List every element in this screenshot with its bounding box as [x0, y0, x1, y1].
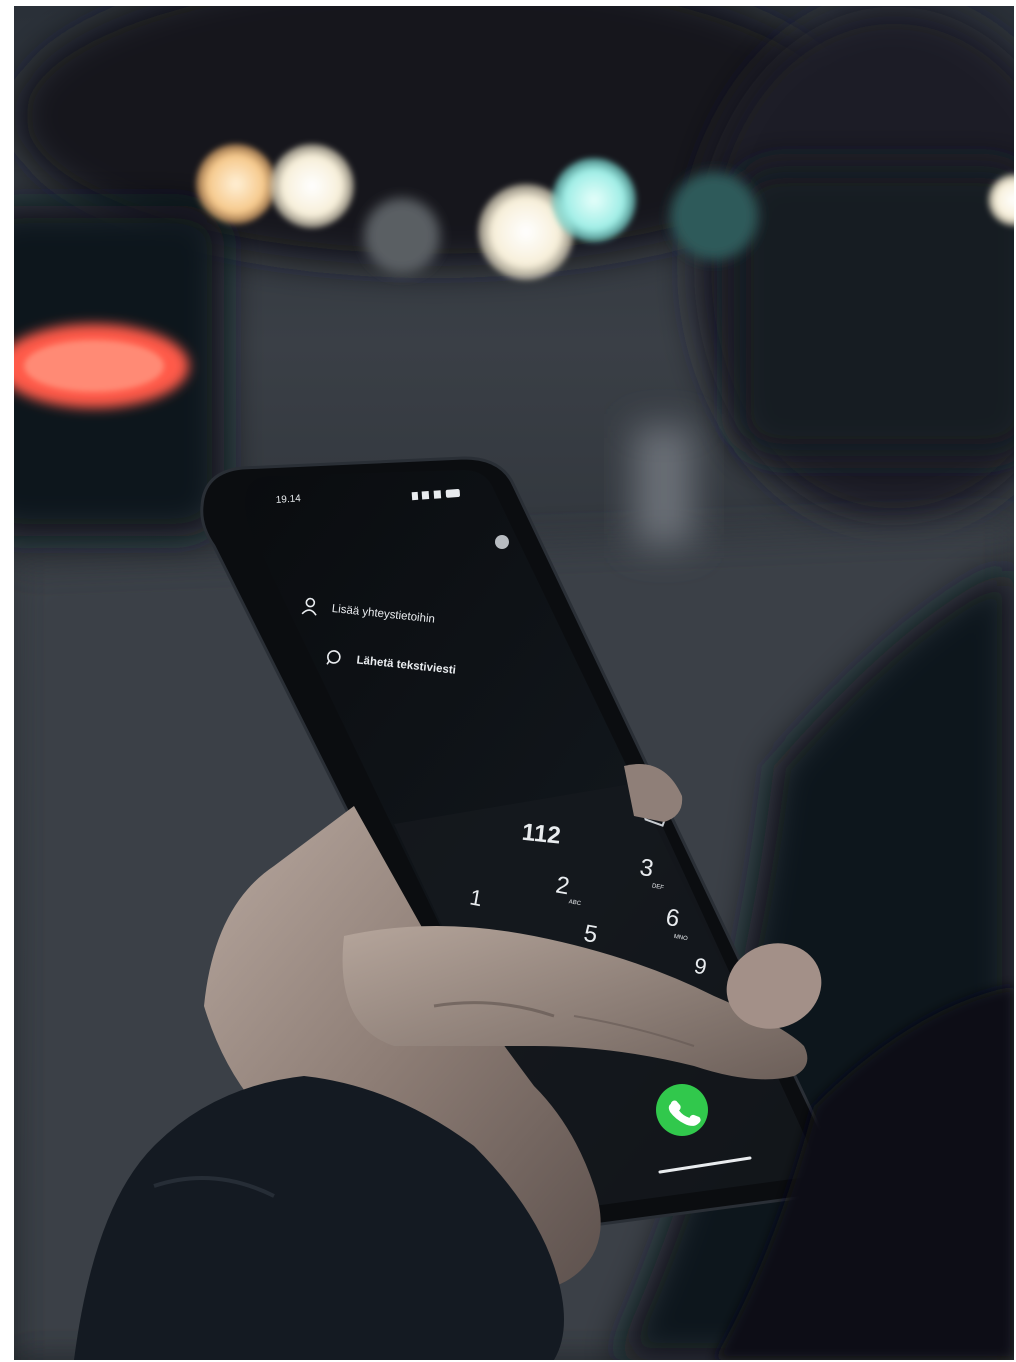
- road-reflection: [634, 426, 694, 546]
- photo-canvas: 19.14 Lisää yhteystietoihin Lähetä tekst…: [14, 6, 1014, 1360]
- bokeh-light-4: [552, 158, 636, 242]
- bokeh-light-dim: [364, 198, 440, 274]
- taillight-core: [24, 340, 164, 392]
- bokeh-light-1: [196, 144, 276, 224]
- bokeh-light-teal: [670, 172, 758, 260]
- call-button[interactable]: [656, 1084, 708, 1136]
- car-right: [734, 166, 1014, 456]
- photo-scene: 19.14 Lisää yhteystietoihin Lähetä tekst…: [14, 6, 1014, 1360]
- wifi-icon: [421, 491, 430, 500]
- call-button-circle: [656, 1084, 708, 1136]
- dialed-number: 112: [521, 819, 562, 850]
- more-options-icon[interactable]: [495, 535, 509, 549]
- status-time: 19.14: [275, 493, 301, 506]
- signal-icon: [411, 491, 419, 501]
- battery-icon: [445, 489, 460, 498]
- network-icon: [433, 490, 442, 499]
- bokeh-light-2: [270, 144, 354, 228]
